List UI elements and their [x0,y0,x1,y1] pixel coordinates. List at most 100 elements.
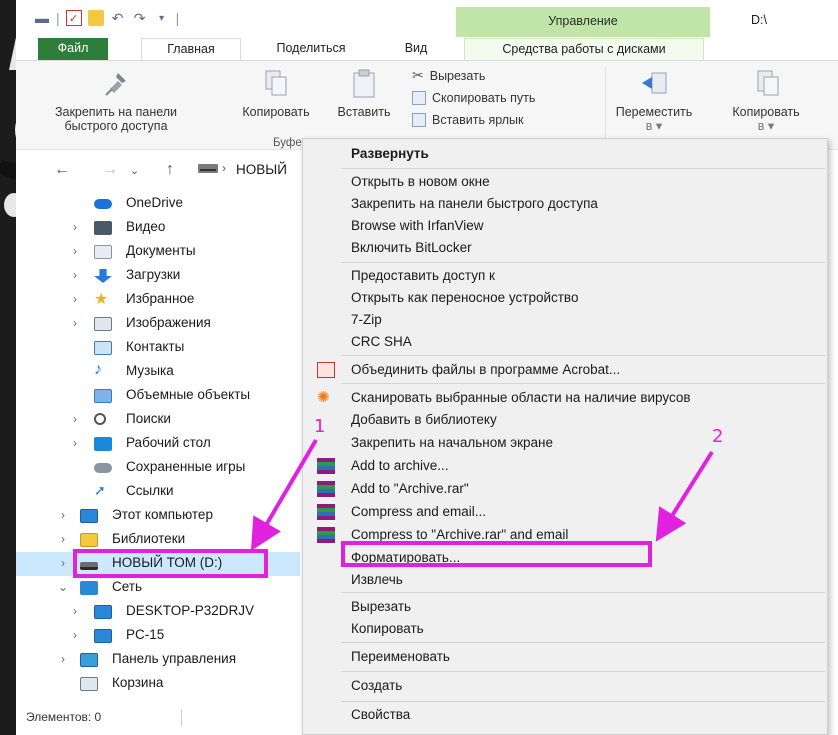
nav-item-saved-games[interactable]: Сохраненные игры [16,456,300,480]
menu-item-crc-sha[interactable]: CRC SHA [303,331,827,353]
nav-item-video[interactable]: › Видео [16,216,300,240]
menu-item-label: Предоставить доступ к [351,268,495,283]
tab-file[interactable]: Файл [38,38,108,60]
nav-item-music[interactable]: ♪ Музыка [16,360,300,384]
menu-item-label: Закрепить на панели быстрого доступа [351,196,598,211]
nav-item-onedrive[interactable]: OneDrive [16,192,300,216]
nav-item-searches[interactable]: › Поиски [16,408,300,432]
nav-item-downloads[interactable]: › Загрузки [16,264,300,288]
expand-chevron-icon[interactable]: › [68,292,82,306]
documents-folder-icon [94,245,112,259]
move-to-label-line1: Переместить [615,105,693,119]
pin-to-quick-access-button[interactable]: Закрепить на панели быстрого доступа [16,65,216,133]
nav-item-favorites[interactable]: › ★ Избранное [16,288,300,312]
tab-view[interactable]: Вид [386,38,446,60]
menu-item-label: Свойства [351,707,411,722]
menu-separator [341,383,825,384]
nav-item-contacts[interactable]: Контакты [16,336,300,360]
expand-chevron-icon[interactable]: › [68,316,82,330]
menu-item-add-to-archive-rar[interactable]: Add to "Archive.rar" [303,478,827,500]
expand-chevron-icon[interactable]: › [68,412,82,426]
redo-icon[interactable]: ↷ [132,10,148,26]
menu-separator [341,671,825,672]
recent-locations-chevron-icon[interactable]: ⌄ [130,164,139,177]
drive-icon[interactable]: ▬ [34,10,50,26]
expand-chevron-icon[interactable]: › [56,508,70,522]
nav-item-control-panel[interactable]: › Панель управления [16,648,300,672]
recycle-bin-icon [80,677,98,691]
nav-item-3d-objects[interactable]: Объемные объекты [16,384,300,408]
up-arrow-icon[interactable]: ↑ [166,161,174,179]
menu-item-add-to-library[interactable]: Добавить в библиотеку [303,409,827,431]
copy-to-button[interactable]: Копировать в ▾ [716,65,816,133]
menu-item-pin-quick-access[interactable]: Закрепить на панели быстрого доступа [303,193,827,215]
expand-chevron-icon[interactable]: › [68,244,82,258]
undo-icon[interactable]: ↶ [110,10,126,26]
nav-item-desktop-p32drjv[interactable]: › DESKTOP-P32DRJV [16,600,300,624]
video-folder-icon [94,221,112,235]
path-separator-chevron-icon[interactable]: › [222,161,226,175]
menu-item-open-as-portable[interactable]: Открыть как переносное устройство [303,287,827,309]
nav-item-pictures[interactable]: › Изображения [16,312,300,336]
expand-chevron-icon[interactable]: › [56,532,70,546]
menu-item-eject[interactable]: Извлечь [303,569,827,591]
paste-button[interactable]: Вставить [326,65,402,119]
copy-icon [265,70,287,96]
nav-item-pc-15[interactable]: › PC-15 [16,624,300,648]
menu-item-give-access[interactable]: Предоставить доступ к [303,265,827,287]
menu-item-acrobat-combine[interactable]: Объединить файлы в программе Acrobat... [303,359,827,381]
context-tab-group-header: Управление [456,7,710,37]
collapse-chevron-icon[interactable]: ⌄ [56,580,70,594]
menu-separator [341,642,825,643]
customize-toolbar-icon[interactable]: ▾ [154,10,170,26]
menu-item-rename[interactable]: Переименовать [303,646,827,668]
nav-item-label: Рабочий стол [126,435,211,450]
contacts-card-icon [94,341,112,355]
expand-chevron-icon[interactable]: › [68,604,82,618]
ribbon-separator [605,67,606,139]
nav-item-label: OneDrive [126,195,184,210]
menu-item-compress-email[interactable]: Compress and email... [303,501,827,523]
menu-item-pin-start[interactable]: Закрепить на начальном экране [303,432,827,454]
menu-item-cut[interactable]: Вырезать [303,596,827,618]
cut-button[interactable]: ✂ Вырезать [412,67,485,84]
forward-arrow-icon[interactable]: → [102,161,118,179]
address-path[interactable]: НОВЫЙ [236,162,287,177]
tab-disk-tools[interactable]: Средства работы с дисками [464,38,704,60]
menu-item-open-new-window[interactable]: Открыть в новом окне [303,171,827,193]
menu-item-7zip[interactable]: 7-Zip [303,309,827,331]
computer-icon [94,629,112,643]
menu-item-browse-irfanview[interactable]: Browse with IrfanView [303,215,827,237]
move-to-button[interactable]: Переместить в ▾ [608,65,700,133]
copy-button[interactable]: Копировать [226,65,326,119]
menu-item-properties[interactable]: Свойства [303,704,827,726]
nav-item-network[interactable]: ⌄ Сеть [16,576,300,600]
nav-item-links[interactable]: ➚ Ссылки [16,480,300,504]
expand-chevron-icon[interactable]: › [56,556,70,570]
menu-item-enable-bitlocker[interactable]: Включить BitLocker [303,237,827,259]
menu-item-scan-viruses[interactable]: ✺ Сканировать выбранные области на налич… [303,387,827,409]
nav-item-recycle-bin[interactable]: Корзина [16,672,300,696]
nav-item-desktop[interactable]: › Рабочий стол [16,432,300,456]
expand-chevron-icon[interactable]: › [68,628,82,642]
expand-chevron-icon[interactable]: › [68,268,82,282]
expand-chevron-icon[interactable]: › [68,436,82,450]
paste-shortcut-button[interactable]: Вставить ярлык [412,113,524,127]
back-arrow-icon[interactable]: ← [54,161,70,179]
nav-item-label: Ссылки [126,483,174,498]
nav-item-documents[interactable]: › Документы [16,240,300,264]
nav-item-this-pc[interactable]: › Этот компьютер [16,504,300,528]
expand-chevron-icon[interactable]: › [68,220,82,234]
new-folder-icon[interactable] [87,10,104,26]
move-to-icon [642,72,667,94]
menu-item-copy[interactable]: Копировать [303,618,827,640]
tab-share[interactable]: Поделиться [256,38,366,60]
expand-chevron-icon[interactable]: › [56,652,70,666]
menu-item-add-to-archive[interactable]: Add to archive... [303,455,827,477]
copy-path-button[interactable]: Скопировать путь [412,91,535,105]
menu-item-new[interactable]: Создать [303,675,827,697]
menu-item-expand[interactable]: Развернуть [303,143,827,165]
tab-home[interactable]: Главная [141,38,241,60]
left-screen-edge [0,0,16,735]
properties-checkbox-icon[interactable]: ✓ [65,10,82,26]
